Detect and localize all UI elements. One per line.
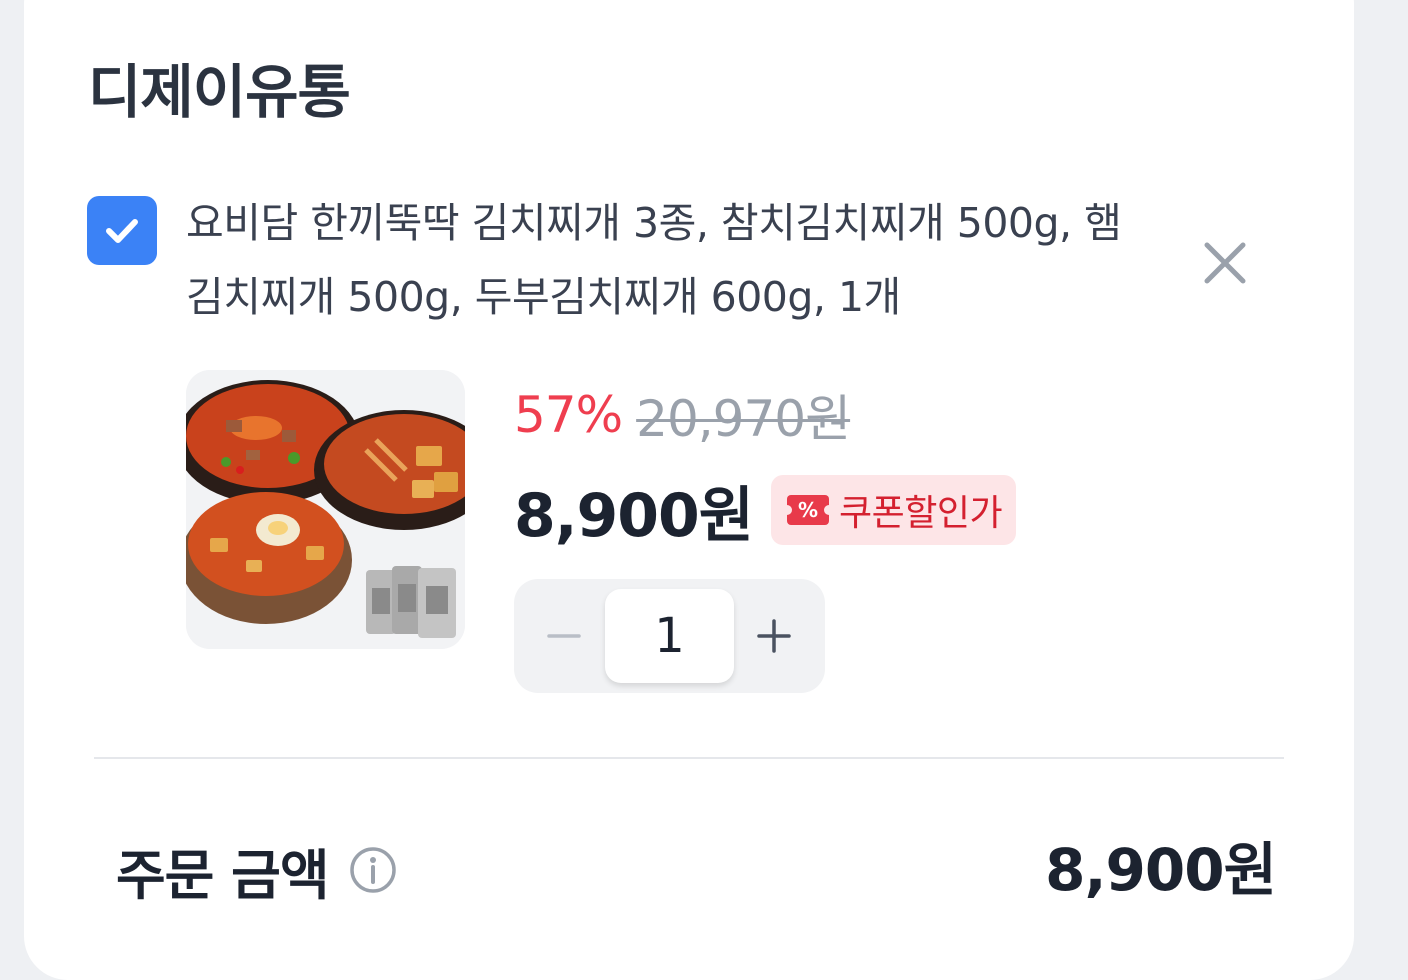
info-button[interactable] — [349, 846, 397, 894]
minus-icon — [547, 634, 581, 638]
plus-icon — [757, 619, 791, 653]
info-icon — [349, 847, 396, 893]
coupon-badge: % 쿠폰할인가 — [771, 475, 1017, 545]
close-icon — [1204, 242, 1246, 284]
coupon-percent-icon: % — [782, 495, 834, 525]
checkmark-icon — [106, 218, 138, 243]
quantity-stepper — [514, 579, 825, 693]
increase-quantity-button[interactable] — [754, 616, 794, 656]
order-total-label: 주문 금액 — [116, 843, 330, 907]
original-price: 20,970원 — [636, 390, 851, 448]
remove-item-button[interactable] — [1196, 234, 1254, 292]
divider — [94, 757, 1284, 759]
discount-rate: 57% — [514, 386, 623, 444]
sale-price-row: 8,900원 % 쿠폰할인가 — [514, 472, 1017, 551]
coupon-label: 쿠폰할인가 — [839, 493, 1003, 534]
order-total-label-row: 주문 금액 — [116, 832, 397, 908]
product-name[interactable]: 요비담 한끼뚝딱 김치찌개 3종, 참치김치찌개 500g, 햄김치찌개 500… — [186, 186, 1146, 334]
item-checkbox[interactable] — [87, 196, 157, 265]
order-total-amount: 8,900원 — [1045, 836, 1277, 904]
product-thumbnail[interactable] — [186, 370, 465, 649]
seller-name: 디제이유통 — [88, 58, 351, 126]
decrease-quantity-button[interactable] — [544, 616, 584, 656]
quantity-input[interactable] — [605, 589, 734, 683]
kimchi-stew-image — [186, 370, 465, 649]
sale-price: 8,900원 — [514, 480, 754, 551]
price-info: 57% 20,970원 — [514, 380, 851, 450]
